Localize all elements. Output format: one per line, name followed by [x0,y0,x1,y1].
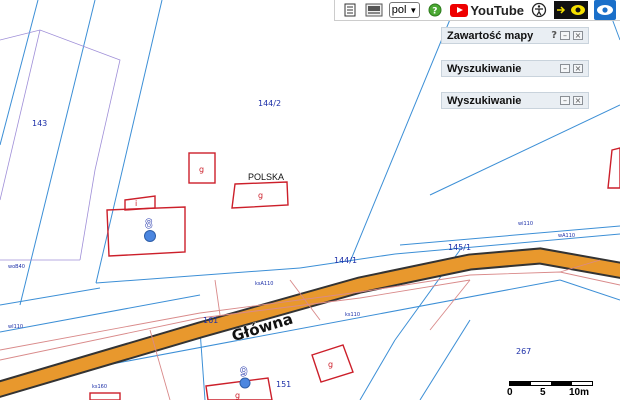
panel-search-1[interactable]: Wyszukiwanie – × [441,60,589,77]
parcel-number: 145/1 [448,243,471,252]
address-number: 8 [145,217,153,231]
address-number: 9 [240,365,248,379]
building-label: g [328,360,333,369]
parcel-number: 161 [203,316,218,325]
parcel-number: 144/1 [334,256,357,265]
utility-label: wi110 [518,221,533,227]
utility-label: ks160 [92,384,107,390]
language-value: pol [391,4,407,16]
youtube-play-icon [450,3,469,17]
minimize-icon[interactable]: – [560,64,570,73]
minimize-icon[interactable]: – [560,96,570,105]
youtube-link[interactable]: YouTube [450,3,524,18]
youtube-label: YouTube [470,2,524,18]
panel-title: Zawartość mapy [447,29,534,42]
close-icon[interactable]: × [573,96,583,105]
contrast-toggle-icon[interactable] [554,1,588,19]
panel-title: Wyszukiwanie [447,62,522,75]
utility-label: ks110 [345,312,360,318]
parcel-number: 151 [276,380,291,389]
panel-help-icon[interactable]: ? [551,30,557,41]
language-select[interactable]: pol ▼ [388,2,421,18]
minimize-icon[interactable]: – [560,31,570,40]
svg-text:?: ? [433,7,438,17]
help-icon[interactable]: ? [426,2,444,18]
building-label: g [199,165,204,174]
land-use-lines [0,29,121,261]
close-icon[interactable]: × [573,31,583,40]
view-eye-icon[interactable] [594,0,616,20]
parcel-number: 267 [516,347,531,356]
utility-label: wA110 [558,233,575,239]
parcel-number: 143 [32,119,47,128]
utility-label: woB40 [8,264,25,270]
print-icon[interactable] [341,2,359,18]
buildings[interactable] [89,147,620,400]
accessibility-icon[interactable] [530,2,548,18]
building-label: i [135,199,137,208]
wms-icon[interactable] [365,2,383,18]
address-point-9[interactable]: 9 [239,365,251,389]
panel-title: Wyszukiwanie [447,94,522,107]
top-toolbar: pol ▼ ? YouTube [333,0,620,21]
road-glowna[interactable] [0,247,620,398]
close-icon[interactable]: × [573,64,583,73]
country-label: POLSKA [248,172,284,182]
chevron-down-icon: ▼ [409,5,418,15]
address-point-8[interactable]: 8 [144,217,156,242]
panel-search-2[interactable]: Wyszukiwanie – × [441,92,589,109]
scale-label: 5 [540,387,546,398]
utility-label: wI110 [8,324,23,330]
utility-label: ksA110 [255,281,273,287]
scale-bar: 0 5 10m [507,378,595,398]
scale-label: 0 [507,387,513,398]
panel-map-contents[interactable]: Zawartość mapy ? – × [441,27,589,44]
building-label: g [235,391,240,400]
scale-label: 10m [569,387,590,398]
scale-bar-graphic [509,381,593,386]
parcel-number: 144/2 [258,99,281,108]
building-label: g [258,191,263,200]
